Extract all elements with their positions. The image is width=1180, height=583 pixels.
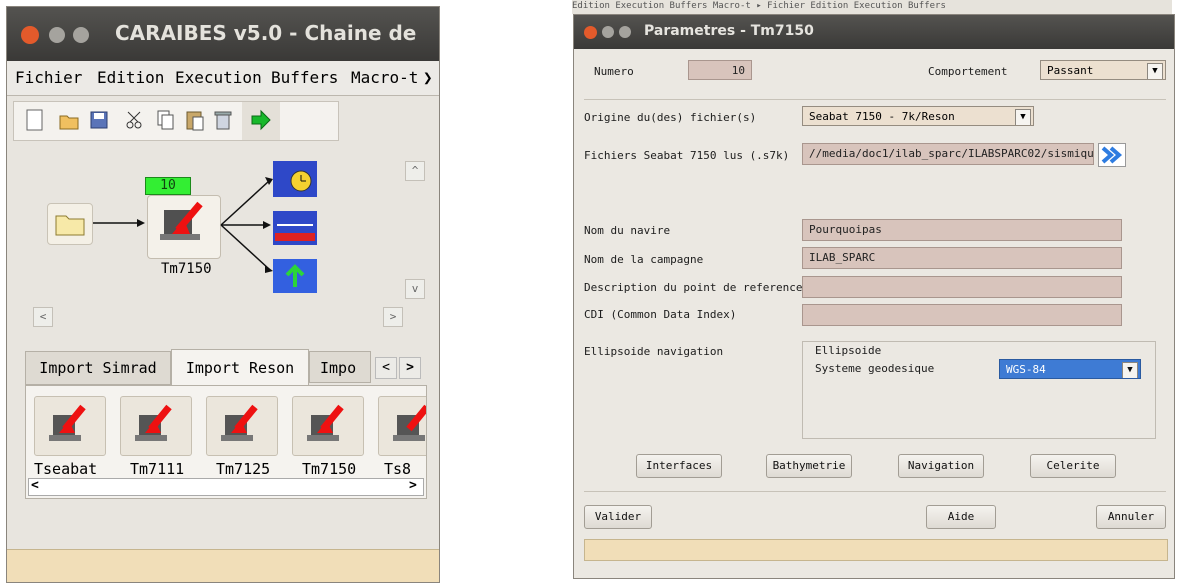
double-chevron-right-icon (1101, 146, 1123, 164)
description-field[interactable] (802, 276, 1122, 298)
ellipsoide-group-title: Ellipsoide (815, 344, 882, 357)
comportement-value: Passant (1047, 64, 1094, 77)
chevron-down-icon: ▼ (1015, 109, 1031, 125)
dialog-title: Parametres - Tm7150 (644, 23, 814, 39)
module-tm7111-label: Tm7111 (130, 460, 185, 478)
celerite-button[interactable]: Celerite (1030, 454, 1116, 478)
comportement-label: Comportement (928, 65, 1008, 78)
cdi-label: CDI (Common Data Index) (584, 308, 737, 321)
open-folder-icon[interactable] (58, 108, 80, 132)
main-titlebar: CARAIBES v5.0 - Chaine de (7, 7, 439, 61)
navire-label: Nom du navire (584, 224, 671, 237)
module-tm7150[interactable] (292, 396, 364, 456)
palette-scroll-right-icon[interactable]: > (409, 478, 417, 493)
interfaces-button[interactable]: Interfaces (636, 454, 722, 478)
tab-scroll-right-icon[interactable]: > (399, 357, 421, 379)
campagne-label: Nom de la campagne (584, 253, 704, 266)
tab-scroll-left-icon[interactable]: < (375, 357, 397, 379)
ellipsoide-group: Ellipsoide Systeme geodesique WGS-84 ▼ (802, 341, 1156, 439)
parametres-dialog: Parametres - Tm7150 Numero 10 Comporteme… (573, 14, 1175, 579)
comportement-select[interactable]: Passant ▼ (1040, 60, 1166, 80)
menu-buffers[interactable]: Buffers (271, 61, 338, 95)
maximize-dialog-button[interactable] (619, 26, 631, 38)
navire-field[interactable]: Pourquoipas (802, 219, 1122, 241)
tab-import-simrad[interactable]: Import Simrad (25, 351, 171, 385)
close-window-button[interactable] (21, 26, 39, 44)
annuler-button[interactable]: Annuler (1096, 505, 1166, 529)
origine-value: Seabat 7150 - 7k/Reson (809, 110, 955, 123)
module-tm7150-label: Tm7150 (302, 460, 357, 478)
output-timer-node[interactable] (271, 159, 319, 199)
run-icon[interactable] (250, 108, 272, 132)
tab-import-reson[interactable]: Import Reson (171, 349, 309, 386)
canvas-scroll-left-icon[interactable]: < (33, 307, 53, 327)
background-window-strip: Edition Execution Buffers Macro-t ▸ Fich… (572, 0, 1172, 14)
module-ts8[interactable] (378, 396, 426, 456)
systeme-value: WGS-84 (1006, 363, 1046, 376)
systeme-label: Systeme geodesique (815, 362, 935, 375)
delete-icon[interactable] (212, 108, 234, 132)
module-tseabat-label: Tseabat (34, 460, 98, 478)
valider-button[interactable]: Valider (584, 505, 652, 529)
workflow-connectors (93, 177, 273, 273)
aide-button[interactable]: Aide (926, 505, 996, 529)
palette-panel: Tseabat Tm7111 Tm7125 Tm7150 Ts8 < > (25, 385, 427, 499)
main-menubar: Fichier Edition Execution Buffers Macro-… (7, 61, 439, 96)
main-status-bar (7, 549, 439, 582)
tab-import-other[interactable]: Impo (309, 351, 371, 383)
canvas-scroll-up-icon[interactable]: ^ (405, 161, 425, 181)
module-tm7111[interactable] (120, 396, 192, 456)
cut-icon[interactable] (124, 108, 146, 132)
menu-more-chevron-icon[interactable]: ❯ (423, 61, 433, 95)
separator (584, 491, 1166, 492)
menu-edition[interactable]: Edition (97, 61, 164, 95)
canvas-scroll-right-icon[interactable]: > (383, 307, 403, 327)
main-toolbar (13, 101, 339, 141)
numero-field[interactable]: 10 (688, 60, 752, 80)
palette-tabbar: Import Simrad Import Reson Impo < > (25, 349, 425, 386)
maximize-window-button[interactable] (73, 27, 89, 43)
description-label: Description du point de reference (584, 281, 803, 294)
paste-icon[interactable] (184, 108, 206, 132)
module-tseabat[interactable] (34, 396, 106, 456)
module-tm7125[interactable] (206, 396, 278, 456)
origine-select[interactable]: Seabat 7150 - 7k/Reson ▼ (802, 106, 1034, 126)
fichiers-label: Fichiers Seabat 7150 lus (.s7k) (584, 149, 790, 162)
minimize-dialog-button[interactable] (602, 26, 614, 38)
workflow-canvas: 10 Tm7150 ^ v < > (13, 147, 427, 347)
origine-label: Origine du(des) fichier(s) (584, 111, 757, 124)
output-profile-node[interactable] (271, 209, 319, 247)
caraibes-main-window: CARAIBES v5.0 - Chaine de Fichier Editio… (6, 6, 440, 583)
fichiers-field[interactable]: //media/doc1/ilab_sparc/ILABSPARC02/sism… (802, 143, 1094, 165)
new-file-icon[interactable] (24, 108, 46, 132)
dialog-titlebar: Parametres - Tm7150 (574, 15, 1174, 49)
dialog-status-bar (584, 539, 1168, 561)
browse-files-button[interactable] (1098, 143, 1126, 167)
module-ts8-label: Ts8 (384, 460, 412, 478)
menu-execution[interactable]: Execution (175, 61, 262, 95)
main-window-title: CARAIBES v5.0 - Chaine de (115, 21, 417, 45)
navigation-button[interactable]: Navigation (898, 454, 984, 478)
palette-scroll-left-icon[interactable]: < (31, 478, 39, 493)
chevron-down-icon: ▼ (1147, 63, 1163, 79)
module-tm7125-label: Tm7125 (216, 460, 271, 478)
output-export-node[interactable] (271, 257, 319, 295)
menu-macro[interactable]: Macro-t (351, 61, 418, 95)
cdi-field[interactable] (802, 304, 1122, 326)
copy-icon[interactable] (154, 108, 176, 132)
bathymetrie-button[interactable]: Bathymetrie (766, 454, 852, 478)
ellipsoide-nav-label: Ellipsoide navigation (584, 345, 724, 358)
campagne-field[interactable]: ILAB_SPARC (802, 247, 1122, 269)
systeme-select[interactable]: WGS-84 ▼ (999, 359, 1141, 379)
chevron-down-icon: ▼ (1122, 362, 1138, 378)
menu-fichier[interactable]: Fichier (15, 61, 82, 95)
palette-scrollbar[interactable]: < > (28, 478, 424, 496)
separator (584, 99, 1166, 100)
numero-label: Numero (594, 65, 634, 78)
close-dialog-button[interactable] (584, 26, 597, 39)
minimize-window-button[interactable] (49, 27, 65, 43)
save-icon[interactable] (88, 108, 110, 132)
canvas-scroll-down-icon[interactable]: v (405, 279, 425, 299)
